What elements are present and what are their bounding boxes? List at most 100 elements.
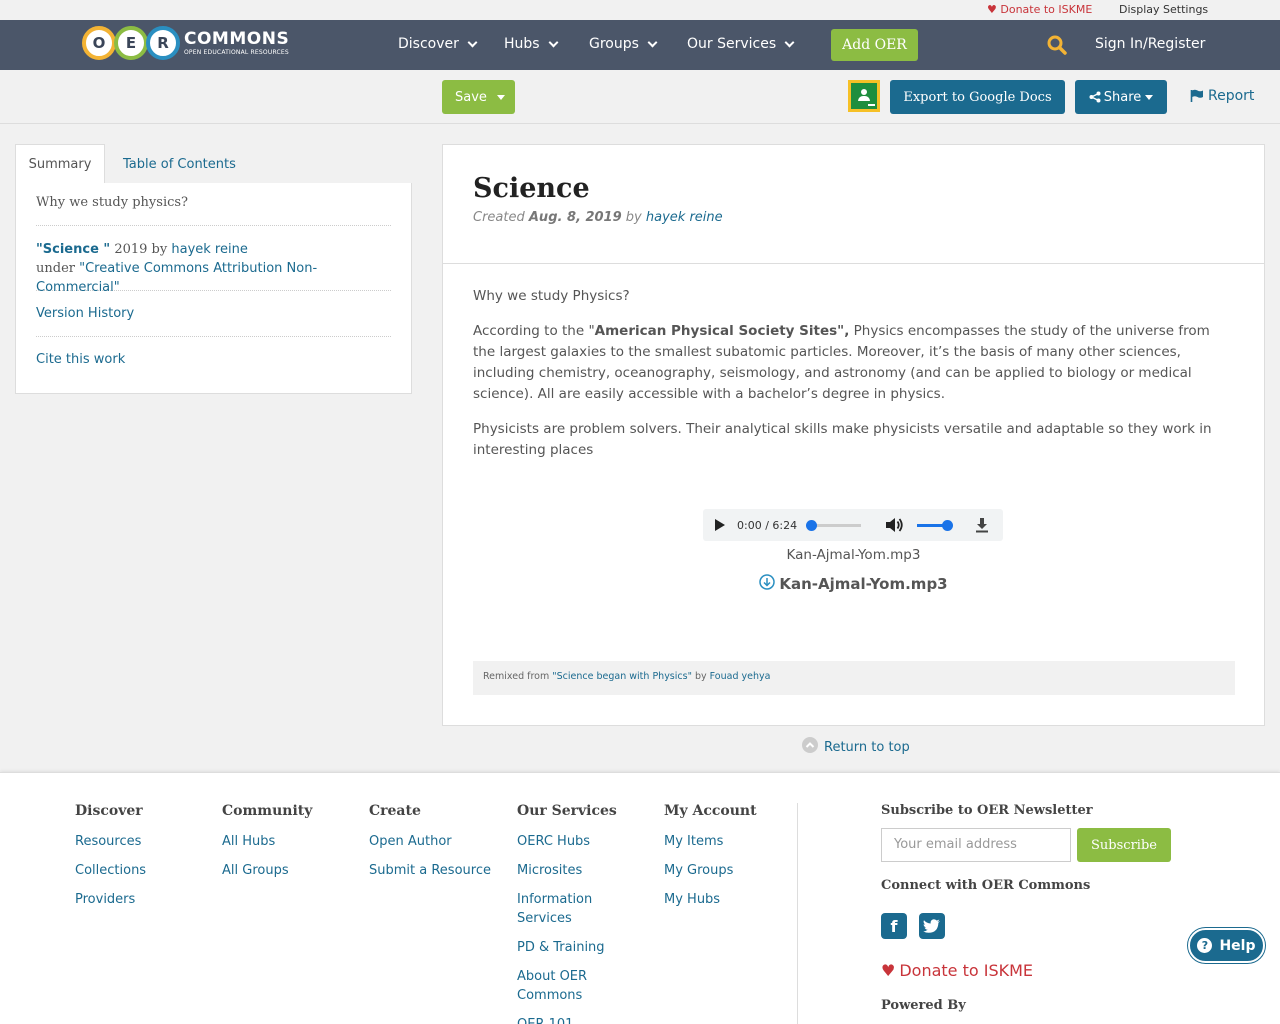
cite-row: Cite this work xyxy=(36,337,391,383)
author-link[interactable]: hayek reine xyxy=(646,210,723,225)
footer-link[interactable]: My Hubs xyxy=(664,890,794,909)
volume-slider[interactable] xyxy=(917,519,954,531)
return-to-top-link[interactable]: Return to top xyxy=(802,736,910,755)
chevron-down-icon xyxy=(647,37,658,47)
footer-link[interactable]: About OER Commons xyxy=(517,967,617,1005)
help-button[interactable]: ? Help xyxy=(1188,928,1265,963)
remix-source-link[interactable]: "Science began with Physics" xyxy=(552,671,692,682)
cite-this-work-link[interactable]: Cite this work xyxy=(36,352,125,367)
share-button[interactable]: Share xyxy=(1075,80,1167,114)
footer-column-my-account: My Account My Items My Groups My Hubs xyxy=(664,803,794,919)
resource-meta: Created Aug. 8, 2019 by hayek reine xyxy=(473,210,723,225)
heart-icon: ♥ xyxy=(881,961,896,980)
facebook-icon[interactable]: f xyxy=(881,913,907,939)
audio-caption: Kan-Ajmal-Yom.mp3 xyxy=(786,547,921,563)
display-settings-link[interactable]: Display Settings xyxy=(1119,3,1208,16)
summary-panel: Why we study physics? "Science " 2019 by… xyxy=(15,183,412,394)
footer-newsletter: Subscribe to OER Newsletter Your email a… xyxy=(881,803,1221,1013)
search-icon[interactable] xyxy=(1047,35,1067,55)
footer-link[interactable]: Microsites xyxy=(517,861,617,880)
nav-our-services[interactable]: Our Services xyxy=(687,36,795,52)
caret-down-icon xyxy=(496,94,505,100)
tab-table-of-contents[interactable]: Table of Contents xyxy=(123,144,236,184)
question-icon: ? xyxy=(1197,938,1213,953)
footer-link[interactable]: My Groups xyxy=(664,861,794,880)
subscribe-button[interactable]: Subscribe xyxy=(1077,828,1171,862)
chevron-up-circle-icon xyxy=(802,736,818,753)
social-links: f xyxy=(881,913,1221,939)
audio-player: 0:00 / 6:24 xyxy=(703,509,1003,541)
logo-letter-e: E xyxy=(114,26,148,60)
footer-column-discover: Discover Resources Collections Providers xyxy=(75,803,205,919)
footer-column-community: Community All Hubs All Groups xyxy=(222,803,352,890)
license-link[interactable]: "Creative Commons Attribution Non-Commer… xyxy=(36,261,317,295)
newsletter-email-input[interactable]: Your email address xyxy=(881,828,1071,862)
footer-divider xyxy=(797,803,798,1024)
footer-link[interactable]: My Items xyxy=(664,832,794,851)
resource-action-bar: Save Export to Google Docs Share Report xyxy=(0,70,1280,124)
share-icon xyxy=(1089,91,1101,103)
remix-author-link[interactable]: Fouad yehya xyxy=(710,671,771,682)
oer-commons-logo[interactable]: O E R COMMONS OPEN EDUCATIONAL RESOURCES xyxy=(82,25,289,61)
body-paragraph: According to the "American Physical Soci… xyxy=(473,323,1210,402)
body-paragraph: Why we study Physics? xyxy=(473,288,630,304)
credit-author-link[interactable]: hayek reine xyxy=(171,242,247,257)
audio-download-link[interactable]: Kan-Ajmal-Yom.mp3 xyxy=(443,574,1264,593)
newsletter-form: Your email address Subscribe xyxy=(881,828,1221,862)
download-icon[interactable] xyxy=(975,517,989,533)
body-paragraph: Physicists are problem solvers. Their an… xyxy=(473,421,1212,458)
footer-link[interactable]: All Groups xyxy=(222,861,352,880)
site-footer: Discover Resources Collections Providers… xyxy=(0,772,1280,1024)
nav-discover[interactable]: Discover xyxy=(398,36,478,52)
caret-down-icon xyxy=(1145,94,1154,100)
footer-link[interactable]: Information Services xyxy=(517,890,617,928)
add-oer-button[interactable]: Add OER xyxy=(831,29,918,61)
sign-in-register-link[interactable]: Sign In/Register xyxy=(1095,36,1205,52)
footer-link[interactable]: OER 101 xyxy=(517,1015,617,1024)
play-icon[interactable] xyxy=(715,519,725,531)
logo-letter-r: R xyxy=(146,26,180,60)
version-history-link[interactable]: Version History xyxy=(36,306,134,321)
footer-link[interactable]: OERC Hubs xyxy=(517,832,617,851)
footer-link[interactable]: Providers xyxy=(75,890,205,909)
tab-summary[interactable]: Summary xyxy=(15,144,105,184)
remix-attribution: Remixed from "Science began with Physics… xyxy=(473,661,1235,695)
twitter-icon[interactable] xyxy=(919,913,945,939)
main-navbar: O E R COMMONS OPEN EDUCATIONAL RESOURCES… xyxy=(0,20,1280,70)
footer-donate-link[interactable]: ♥ Donate to ISKME xyxy=(881,961,1221,980)
audio-progress-slider[interactable] xyxy=(806,519,862,531)
flag-icon xyxy=(1190,89,1203,102)
resource-main-panel: Science Created Aug. 8, 2019 by hayek re… xyxy=(442,144,1265,726)
credit-title-link[interactable]: "Science " xyxy=(36,242,110,257)
report-button[interactable]: Report xyxy=(1190,88,1254,104)
nav-groups[interactable]: Groups xyxy=(589,36,658,52)
summary-title: Why we study physics? xyxy=(36,183,391,226)
utility-bar: ♥ Donate to ISKME Display Settings xyxy=(0,0,1280,20)
resource-header: Science Created Aug. 8, 2019 by hayek re… xyxy=(443,145,1264,264)
logo-letter-o: O xyxy=(82,26,116,60)
save-button[interactable]: Save xyxy=(442,80,515,114)
powered-by-label: Powered By xyxy=(881,998,966,1013)
nav-hubs[interactable]: Hubs xyxy=(504,36,559,52)
footer-link[interactable]: Resources xyxy=(75,832,205,851)
utility-donate-link[interactable]: ♥ Donate to ISKME xyxy=(987,3,1092,16)
heart-icon: ♥ xyxy=(987,3,997,16)
chevron-down-icon xyxy=(784,37,795,47)
footer-link[interactable]: All Hubs xyxy=(222,832,352,851)
google-classroom-button[interactable] xyxy=(848,80,880,112)
footer-link[interactable]: PD & Training xyxy=(517,938,617,957)
chevron-down-icon xyxy=(548,37,559,47)
footer-column-our-services: Our Services OERC Hubs Microsites Inform… xyxy=(517,803,617,1024)
page-title: Science xyxy=(473,173,590,204)
footer-link[interactable]: Collections xyxy=(75,861,205,880)
logo-wordmark: COMMONS OPEN EDUCATIONAL RESOURCES xyxy=(184,28,290,56)
export-google-docs-button[interactable]: Export to Google Docs xyxy=(890,80,1065,114)
sidebar-tabs: Summary Table of Contents xyxy=(15,144,412,184)
footer-link[interactable]: Open Author xyxy=(369,832,499,851)
volume-icon[interactable] xyxy=(885,517,903,533)
audio-time: 0:00 / 6:24 xyxy=(737,518,798,532)
google-classroom-icon xyxy=(851,83,877,109)
footer-link[interactable]: Submit a Resource xyxy=(369,861,499,880)
resource-body: Why we study Physics? According to the "… xyxy=(443,264,1264,461)
chevron-down-icon xyxy=(467,37,478,47)
